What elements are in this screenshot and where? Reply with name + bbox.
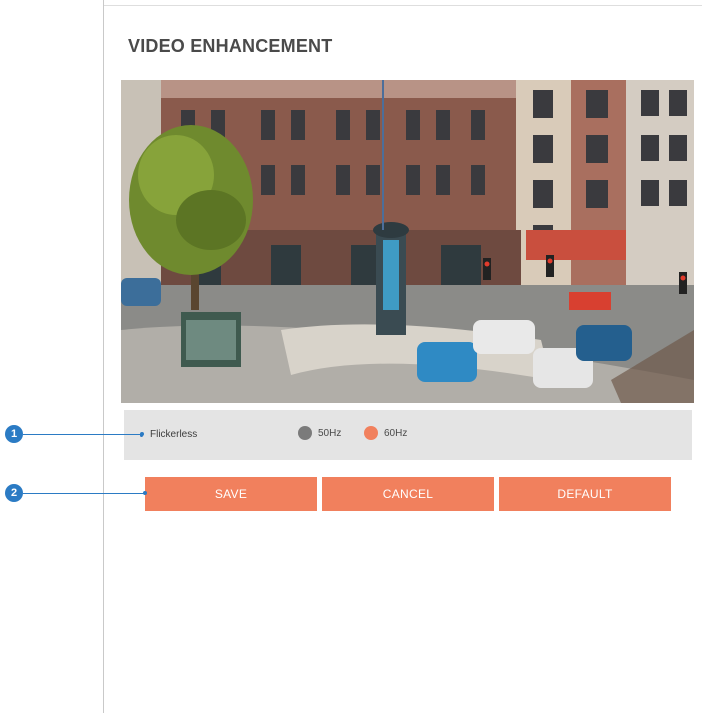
default-button[interactable]: DEFAULT [499, 477, 671, 511]
radio-60hz-label: 60Hz [384, 427, 408, 439]
callout-line-1 [23, 434, 141, 435]
page-title: VIDEO ENHANCEMENT [128, 36, 333, 56]
callout-marker-2: 2 [5, 484, 23, 502]
left-divider [103, 0, 104, 713]
callout-end-dot-1 [140, 432, 144, 436]
cancel-button[interactable]: CANCEL [322, 477, 494, 511]
radio-50hz-label: 50Hz [318, 427, 342, 439]
radio-unselected-icon[interactable] [298, 426, 312, 440]
video-preview [121, 80, 694, 403]
callout-marker-1: 1 [5, 425, 23, 443]
radio-selected-icon[interactable] [364, 426, 378, 440]
save-button[interactable]: SAVE [145, 477, 317, 511]
video-preview-image [121, 80, 694, 403]
flickerless-setting-row: Flickerless 50Hz 60Hz [124, 410, 692, 460]
radio-50hz[interactable]: 50Hz [298, 426, 341, 440]
callout-end-dot-2 [143, 491, 147, 495]
radio-60hz[interactable]: 60Hz [364, 426, 407, 440]
top-divider [104, 5, 702, 6]
callout-line-2 [23, 493, 145, 494]
flickerless-label: Flickerless [150, 429, 198, 440]
